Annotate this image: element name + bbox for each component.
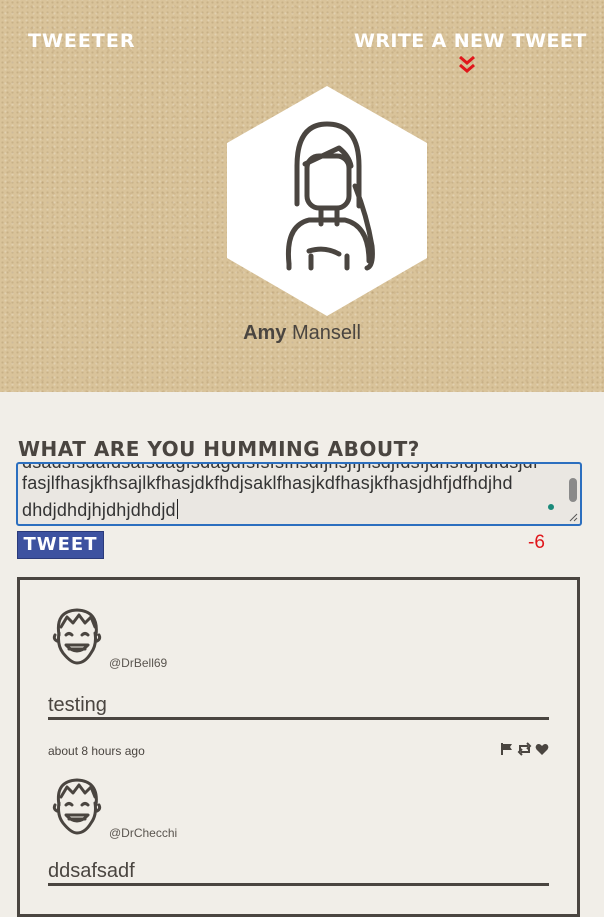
- tweet-item: @DrChecchi ddsafsadf: [48, 775, 552, 905]
- textarea-line-text: dhdjdhdjhjdhjdhdjd: [22, 500, 176, 520]
- tweet-actions: [500, 742, 549, 761]
- tweet-text: testing: [48, 694, 107, 716]
- tweet-divider: [48, 883, 549, 886]
- textarea-scrollbar[interactable]: [568, 466, 578, 518]
- char-counter: -6: [528, 532, 545, 553]
- tweet-button[interactable]: TWEET: [17, 531, 104, 559]
- profile-last-name: Mansell: [292, 322, 361, 344]
- tweet-textarea[interactable]: dsadsfsdafdsafsdagfsdagdfsfsfsfhsdfjhsjf…: [16, 462, 582, 526]
- tweet-divider: [48, 717, 549, 720]
- tweet-text: ddsafsadf: [48, 860, 135, 882]
- text-caret: [176, 499, 178, 519]
- scrollbar-thumb[interactable]: [569, 478, 577, 502]
- tweet-handle[interactable]: @DrBell69: [109, 656, 167, 670]
- textarea-line: dhdjdhdjhjdhjdhdjd: [22, 499, 178, 521]
- tweet-item: @DrBell69 testing about 8 hours ago: [48, 605, 552, 765]
- man-avatar-icon: [52, 608, 102, 665]
- textarea-line: fasjlfhasjkfhsajlkfhasjdkfhdjsaklfhasjkd…: [22, 473, 513, 493]
- tweet-feed: @DrBell69 testing about 8 hours ago @DrC…: [17, 577, 580, 917]
- write-new-tweet-link[interactable]: WRITE A NEW TWEET: [354, 30, 587, 52]
- retweet-icon[interactable]: [517, 742, 532, 761]
- tweet-timestamp: about 8 hours ago: [48, 744, 145, 758]
- heart-icon[interactable]: [535, 743, 549, 761]
- tweet-handle[interactable]: @DrChecchi: [109, 826, 177, 840]
- profile-name: Amy Mansell: [0, 322, 604, 345]
- composer-prompt: WHAT ARE YOU HUMMING ABOUT?: [18, 437, 420, 461]
- profile-first-name: Amy: [243, 322, 287, 344]
- brand-logo[interactable]: TWEETER: [28, 30, 135, 52]
- double-chevron-down-icon[interactable]: [458, 55, 476, 75]
- profile-avatar: [227, 86, 427, 316]
- resize-handle-icon[interactable]: [568, 512, 578, 522]
- status-dot: [548, 504, 554, 510]
- flag-icon[interactable]: [500, 742, 514, 761]
- man-avatar-icon: [52, 778, 102, 835]
- textarea-line: dsadsfsdafdsafsdagfsdagdfsfsfsfhsdfjhsjf…: [22, 462, 539, 472]
- profile-header: TWEETER WRITE A NEW TWEET Amy Mansell: [0, 0, 604, 392]
